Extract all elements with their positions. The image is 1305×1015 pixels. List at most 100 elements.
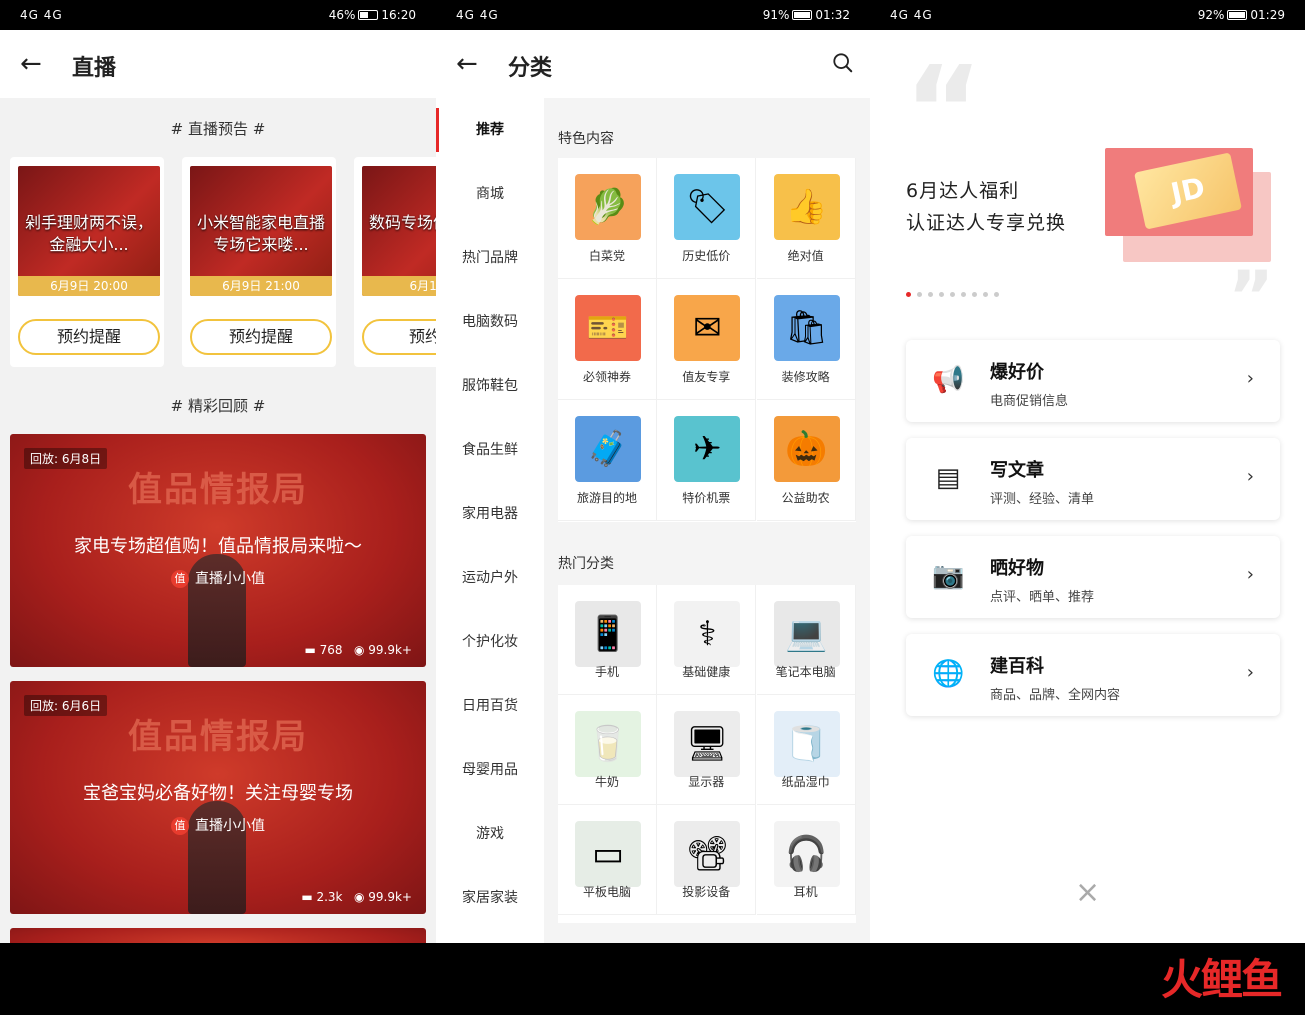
comment-icon: ▬ [301,890,317,904]
option-subtitle: 点评、晒单、推荐 [990,590,1095,605]
preview-card[interactable]: 剁手理财两不误，金融大小... 6月9日 20:00 预约提醒 [10,157,164,367]
back-arrow-icon[interactable]: ← [456,50,478,78]
category-icon: 🧳 [575,416,641,482]
category-icon: 🥛 [575,711,641,777]
hot-title: 热门分类 [558,556,614,572]
category-tile[interactable]: 👍 绝对值 [756,158,856,279]
page-title: 分类 [508,56,553,81]
category-tile[interactable]: 🥬 白菜党 [558,158,657,279]
preview-date: 6月10日 [362,276,436,296]
back-arrow-icon[interactable]: ← [20,50,42,78]
category-tile[interactable]: 🎃 公益助农 [756,400,856,521]
carousel-dots[interactable] [906,282,1005,301]
category-label: 值友专享 [682,370,731,384]
publish-option[interactable]: ▤ 写文章 评测、经验、清单 › [906,438,1280,520]
category-icon: 🎧 [773,821,840,887]
category-icon: 🎃 [773,416,840,482]
option-subtitle: 商品、品牌、全网内容 [990,688,1121,703]
category-tile[interactable]: 🧳 旅游目的地 [558,400,657,521]
watermark-logo: 火鲤鱼 [1161,946,1283,1007]
option-title: 写文章 [990,460,1044,481]
gift-card-graphic: JD [1105,148,1271,263]
preview-card[interactable]: 数码专场值购，值 6月10日 预约提 [354,157,436,367]
replay-stats: ▬ 768 ◉ 99.9k+ [304,643,412,657]
category-tile[interactable]: ✉ 值友专享 [657,279,757,400]
category-tile[interactable]: 🏷 历史低价 [657,158,757,279]
category-label: 旅游目的地 [576,491,637,505]
sidebar-item[interactable]: 推荐 [436,120,544,140]
category-tile[interactable]: 🧻 纸品湿巾 [756,695,856,805]
category-panel: 4G 4G 91% 01:32 ← 分类 推荐 商城 热门品牌 电脑数码 服饰鞋包 食品生鲜… [436,0,870,943]
clock: 01:32 [815,8,850,22]
sidebar-item[interactable]: 母婴用品 [436,760,544,780]
host-badge-icon: 值 [171,817,189,835]
replay-date-tag: 回放: 6月6日 [24,695,108,716]
host-badge-icon: 值 [171,570,189,588]
category-icon: 🧻 [773,711,840,777]
review-section-title: # 精彩回顾 # [170,397,266,415]
category-icon: 🎫 [575,295,641,361]
category-tile[interactable]: 🖥 显示器 [657,695,757,805]
category-tile[interactable]: ✈ 特价机票 [657,400,757,521]
preview-card[interactable]: 小米智能家电直播专场它来喽... 6月9日 21:00 预约提醒 [182,157,336,367]
battery-icon [358,10,379,20]
sidebar-item[interactable]: 服饰鞋包 [436,376,544,396]
featured-grid: 🥬 白菜党 🏷 历史低价 👍 绝对值 🎫 必领神券 ✉ 值友专享 🛍 装修攻略 🧳 旅游目的地 ✈ 特价机票 🎃… [558,158,856,522]
close-icon[interactable]: × [1075,875,1100,910]
category-tile[interactable]: 🎫 必领神券 [558,279,657,400]
replay-card[interactable]: 值品情报局 回放: 6月8日 家电专场超值购！值品情报局来啦～ 值直播小小值 ▬… [10,434,426,667]
camera-icon: 📷 [932,561,965,591]
reminder-button[interactable]: 预约提醒 [190,319,332,355]
category-label: 显示器 [688,775,725,789]
sidebar-item[interactable]: 个护化妆 [436,632,544,652]
category-label: 装修攻略 [781,370,830,384]
sidebar-item[interactable]: 热门品牌 [436,248,544,268]
category-tile[interactable]: 📽 投影设备 [657,805,757,915]
category-icon: 💻 [773,601,840,667]
view-count: 99.9k+ [368,643,412,657]
sidebar-item[interactable]: 日用百货 [436,696,544,716]
category-label: 必领神券 [582,370,631,384]
category-tile[interactable]: 📱 手机 [558,585,657,695]
category-tile[interactable]: ⚕ 基础健康 [657,585,757,695]
category-icon: 🖥 [674,711,741,777]
sidebar-item[interactable]: 运动户外 [436,568,544,588]
category-icon: 🏷 [674,174,741,240]
replay-banner-text: 值品情报局 [128,470,308,510]
category-icon: ✉ [674,295,741,361]
sidebar-item[interactable]: 食品生鲜 [436,440,544,460]
preview-section-title: # 直播预告 # [170,120,266,138]
preview-thumbnail: 剁手理财两不误，金融大小... 6月9日 20:00 [18,166,160,296]
close-quote-icon: ” [1228,256,1275,338]
sidebar-item[interactable]: 商城 [436,184,544,204]
category-icon: ⚕ [674,601,741,667]
benefit-title: 6月达人福利 [906,180,1020,202]
status-bar: 4G 4G 46% 16:20 [0,0,436,30]
publish-option[interactable]: 📢 爆好价 电商促销信息 › [906,340,1280,422]
publish-option[interactable]: 🌐 建百科 商品、品牌、全网内容 › [906,634,1280,716]
replay-host: 值直播小小值 [10,815,426,835]
chevron-right-icon: › [1246,466,1254,487]
sidebar-item[interactable]: 家居家装 [436,888,544,908]
category-tile[interactable]: 🛍 装修攻略 [756,279,856,400]
sidebar-item[interactable]: 电脑数码 [436,312,544,332]
replay-date-tag: 回放: 6月8日 [24,448,108,469]
category-tile[interactable]: 🥛 牛奶 [558,695,657,805]
category-tile[interactable]: 💻 笔记本电脑 [756,585,856,695]
replay-card[interactable]: 值品情报局 回放: 6月6日 宝爸宝妈必备好物！关注母婴专场 值直播小小值 ▬ … [10,681,426,914]
battery-icon [1227,10,1248,20]
reminder-button[interactable]: 预约提醒 [18,319,160,355]
category-tile[interactable]: ▭ 平板电脑 [558,805,657,915]
page-title: 直播 [72,56,117,81]
sidebar-item[interactable]: 游戏 [436,824,544,844]
preview-thumbnail: 小米智能家电直播专场它来喽... 6月9日 21:00 [190,166,332,296]
featured-section: 特色内容 [558,128,856,148]
signal-indicator: 4G 4G [890,8,933,22]
replay-card[interactable] [10,928,426,943]
publish-option[interactable]: 📷 晒好物 点评、晒单、推荐 › [906,536,1280,618]
reminder-button[interactable]: 预约提 [362,319,436,355]
category-tile[interactable]: 🎧 耳机 [756,805,856,915]
sidebar-item[interactable]: 家用电器 [436,504,544,524]
search-icon[interactable] [832,52,854,74]
category-label: 白菜党 [588,249,625,263]
